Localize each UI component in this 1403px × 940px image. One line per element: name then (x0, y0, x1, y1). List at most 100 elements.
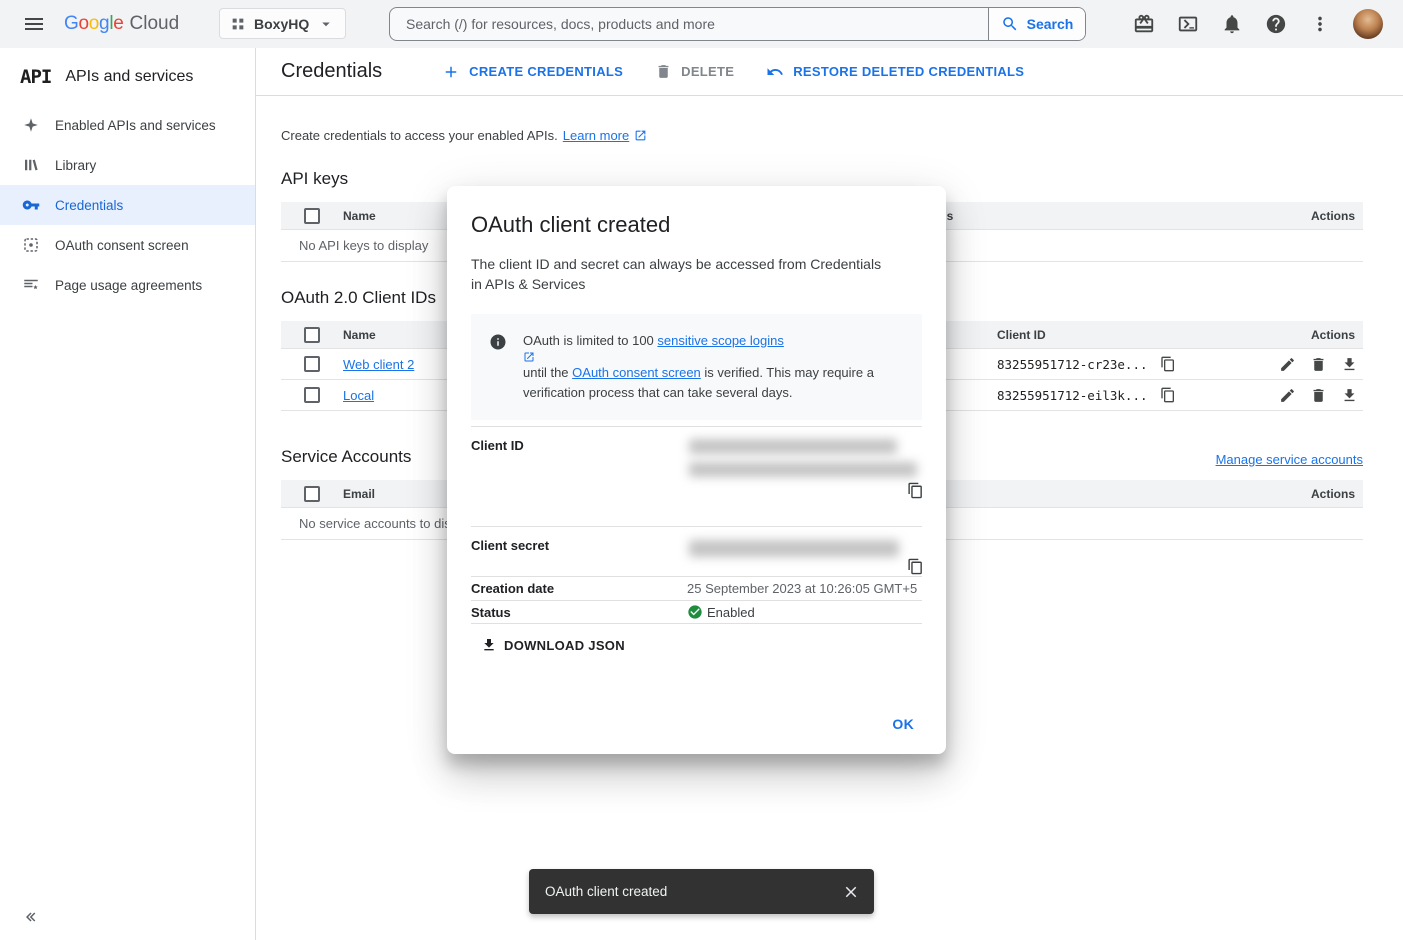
oauth-consent-screen-link[interactable]: OAuth consent screen (572, 365, 701, 380)
row-actions (1279, 387, 1363, 404)
create-credentials-button[interactable]: CREATE CREDENTIALS (442, 63, 623, 81)
google-cloud-logo[interactable]: Google Cloud (64, 13, 179, 35)
creation-date-row: Creation date 25 September 2023 at 10:26… (471, 576, 922, 600)
select-all-checkbox[interactable] (304, 327, 320, 343)
row-actions (1279, 356, 1363, 373)
download-json-button[interactable]: DOWNLOAD JSON (481, 637, 625, 653)
sidebar-item-label: Page usage agreements (55, 278, 202, 293)
sidebar-item-label: Library (55, 158, 96, 173)
page-title: Credentials (281, 60, 382, 83)
copy-client-id-icon[interactable] (1160, 356, 1176, 372)
select-all-checkbox[interactable] (304, 486, 320, 502)
client-id-redacted (689, 439, 897, 454)
snackbar-close-icon[interactable] (842, 883, 860, 901)
client-name-link[interactable]: Local (343, 388, 374, 403)
sidebar-item-credentials[interactable]: Credentials (0, 185, 255, 225)
copy-client-secret-icon[interactable] (907, 558, 924, 575)
enabled-apis-icon (22, 116, 40, 134)
learn-more-link[interactable]: Learn more (563, 128, 629, 143)
edit-icon[interactable] (1279, 356, 1296, 373)
sensitive-scope-logins-link[interactable]: sensitive scope logins (657, 333, 783, 348)
download-icon (481, 637, 497, 653)
oauth-consent-icon (22, 236, 40, 254)
info-icon (489, 333, 507, 351)
create-credentials-label: CREATE CREDENTIALS (469, 64, 623, 79)
restore-label: RESTORE DELETED CREDENTIALS (793, 64, 1024, 79)
logo-cloud-text: Cloud (130, 13, 180, 35)
intro-sentence: Create credentials to access your enable… (281, 128, 558, 143)
search-bar: Search (389, 7, 1086, 41)
collapse-sidebar-icon[interactable] (20, 908, 38, 926)
client-id-value: 83255951712-cr23e... (997, 357, 1148, 372)
client-id-value-area (687, 438, 922, 526)
plus-icon (442, 63, 460, 81)
client-secret-redacted (689, 540, 899, 557)
column-header-actions: Actions (1311, 209, 1363, 223)
status-label: Status (471, 605, 687, 620)
select-all-checkbox[interactable] (304, 208, 320, 224)
row-checkbox[interactable] (304, 356, 320, 372)
sidebar-item-library[interactable]: Library (0, 145, 255, 185)
restore-deleted-credentials-button[interactable]: RESTORE DELETED CREDENTIALS (766, 63, 1024, 81)
sidebar-item-enabled-apis[interactable]: Enabled APIs and services (0, 105, 255, 145)
sidebar-title: APIs and services (65, 68, 193, 86)
sidebar: API APIs and services Enabled APIs and s… (0, 48, 256, 940)
client-secret-value-area (687, 538, 922, 576)
page-header: Credentials CREATE CREDENTIALS DELETE RE… (256, 48, 1403, 96)
logo-letter: o (89, 13, 99, 35)
download-icon[interactable] (1341, 387, 1358, 404)
library-icon (22, 156, 40, 174)
search-button-label: Search (1027, 16, 1074, 32)
client-secret-row: Client secret (471, 526, 922, 576)
copy-client-id-icon[interactable] (1160, 387, 1176, 403)
manage-service-accounts-link[interactable]: Manage service accounts (1216, 452, 1363, 467)
column-header-actions: Actions (1311, 487, 1363, 501)
snackbar: OAuth client created (529, 869, 874, 914)
gift-icon[interactable] (1133, 13, 1155, 35)
delete-button[interactable]: DELETE (655, 63, 734, 80)
column-header-name: Name (343, 328, 376, 342)
client-id-value: 83255951712-eil3k... (997, 388, 1148, 403)
row-checkbox[interactable] (304, 387, 320, 403)
search-button[interactable]: Search (988, 8, 1085, 40)
credentials-toolbar: CREATE CREDENTIALS DELETE RESTORE DELETE… (442, 63, 1056, 81)
agreements-icon (22, 276, 40, 294)
logo-letter: e (113, 13, 123, 35)
download-icon[interactable] (1341, 356, 1358, 373)
delete-icon[interactable] (1310, 356, 1327, 373)
edit-icon[interactable] (1279, 387, 1296, 404)
project-selector[interactable]: BoxyHQ (219, 8, 346, 39)
status-value: Enabled (707, 605, 755, 620)
oauth-client-created-dialog: OAuth client created The client ID and s… (447, 186, 946, 754)
notifications-bell-icon[interactable] (1221, 13, 1243, 35)
more-options-icon[interactable] (1309, 13, 1331, 35)
client-name-link[interactable]: Web client 2 (343, 357, 414, 372)
status-enabled-icon (687, 604, 703, 620)
copy-client-id-icon[interactable] (907, 482, 924, 499)
client-id-label: Client ID (471, 438, 687, 526)
search-icon (1001, 15, 1019, 33)
sidebar-header: API APIs and services (0, 48, 255, 105)
delete-icon[interactable] (1310, 387, 1327, 404)
client-id-cell: 83255951712-cr23e... (997, 356, 1176, 372)
project-icon (230, 16, 246, 32)
chevron-down-icon (317, 15, 335, 33)
search-input[interactable] (390, 8, 988, 40)
sidebar-item-oauth-consent[interactable]: OAuth consent screen (0, 225, 255, 265)
help-icon[interactable] (1265, 13, 1287, 35)
notice-pre: OAuth is limited to 100 (523, 333, 657, 348)
external-link-icon (634, 129, 647, 142)
client-secret-label: Client secret (471, 538, 687, 576)
cloud-shell-icon[interactable] (1177, 13, 1199, 35)
main-menu-icon[interactable] (22, 12, 46, 36)
oauth-limit-notice: OAuth is limited to 100 sensitive scope … (471, 314, 922, 420)
status-row: Status Enabled (471, 600, 922, 624)
ok-button[interactable]: OK (884, 710, 922, 738)
download-json-label: DOWNLOAD JSON (504, 638, 625, 653)
logo-letter: o (78, 13, 88, 35)
sidebar-item-page-usage-agreements[interactable]: Page usage agreements (0, 265, 255, 305)
user-avatar[interactable] (1353, 9, 1383, 39)
client-id-redacted (689, 462, 917, 477)
creation-date-value: 25 September 2023 at 10:26:05 GMT+5 (687, 581, 922, 596)
notice-text: OAuth is limited to 100 sensitive scope … (523, 331, 894, 403)
